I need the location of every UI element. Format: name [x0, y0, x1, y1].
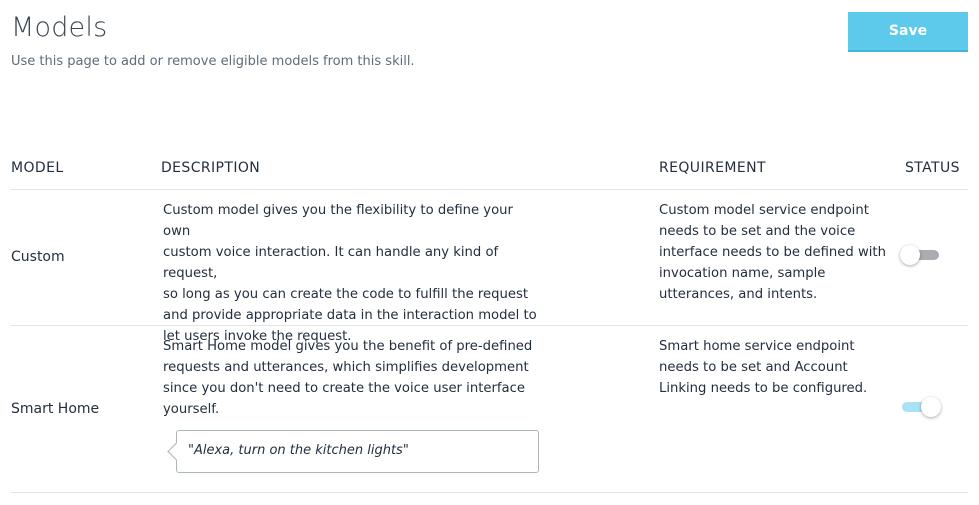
- column-header-model: MODEL: [11, 160, 64, 176]
- model-name-custom: Custom: [11, 249, 65, 265]
- page-title: Models: [11, 12, 108, 43]
- toggle-knob: [900, 245, 920, 265]
- description-line: yourself.: [163, 402, 220, 417]
- model-name-smart-home: Smart Home: [11, 401, 100, 417]
- requirement-line: Smart home service endpoint: [659, 339, 855, 354]
- column-header-description: DESCRIPTION: [161, 160, 261, 176]
- model-description-smart-home: Smart Home model gives you the benefit o…: [163, 336, 543, 420]
- model-requirement-smart-home: Smart home service endpoint needs to be …: [659, 336, 891, 399]
- row-divider: [11, 492, 968, 493]
- page-subtitle: Use this page to add or remove eligible …: [11, 54, 415, 69]
- toggle-knob: [921, 397, 941, 417]
- description-line: custom voice interaction. It can handle …: [163, 245, 499, 281]
- description-line: since you don't need to create the voice…: [163, 381, 525, 396]
- save-button[interactable]: Save: [848, 12, 968, 52]
- description-line: Smart Home model gives you the benefit o…: [163, 339, 533, 354]
- description-line: and provide appropriate data in the inte…: [163, 308, 537, 323]
- row-divider: [11, 325, 968, 326]
- requirement-line: utterances, and intents.: [659, 287, 818, 302]
- example-utterance-text: "Alexa, turn on the kitchen lights": [188, 443, 409, 458]
- column-header-requirement: REQUIREMENT: [659, 160, 766, 176]
- requirement-line: needs to be set and the voice: [659, 224, 856, 239]
- status-toggle-smart-home[interactable]: [900, 397, 941, 417]
- header-divider: [11, 189, 968, 190]
- requirement-line: invocation name, sample: [659, 266, 826, 281]
- model-requirement-custom: Custom model service endpoint needs to b…: [659, 200, 891, 305]
- requirement-line: interface needs to be defined with: [659, 245, 886, 260]
- requirement-line: needs to be set and Account: [659, 360, 848, 375]
- column-header-status: STATUS: [905, 160, 960, 176]
- description-line: Custom model gives you the flexibility t…: [163, 203, 513, 239]
- description-line: requests and utterances, which simplifie…: [163, 360, 529, 375]
- requirement-line: Linking needs to be configured.: [659, 381, 868, 396]
- description-line: so long as you can create the code to fu…: [163, 287, 528, 302]
- example-utterance-bubble: "Alexa, turn on the kitchen lights": [176, 430, 539, 473]
- requirement-line: Custom model service endpoint: [659, 203, 869, 218]
- status-toggle-custom[interactable]: [900, 245, 940, 265]
